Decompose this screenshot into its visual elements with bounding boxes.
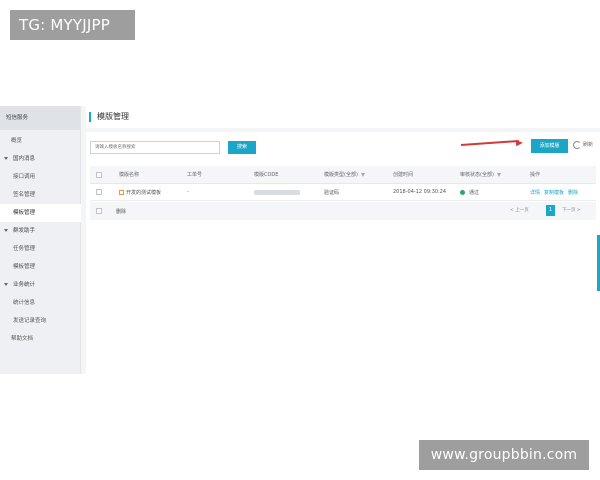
review-status: 通过 [460, 184, 479, 200]
chevron-down-icon [4, 229, 8, 232]
sidebar-item-templates[interactable]: 模板管理 [0, 204, 81, 222]
redacted-code [254, 189, 300, 195]
sidebar: 短信服务 概览 国内消息 接口调用 签名管理 模板管理 群发助手 任务管理 模板… [0, 106, 81, 374]
sidebar-group-stats[interactable]: 业务统计 [0, 276, 81, 294]
select-all-checkbox[interactable] [96, 171, 102, 178]
column-header-ops: 操作 [530, 172, 541, 178]
watermark-bottom: www.groupbbin.com [419, 440, 589, 470]
refresh-icon[interactable] [573, 141, 581, 149]
annotation-arrow [460, 139, 519, 146]
sidebar-item-send-records[interactable]: 发送记录查询 [0, 312, 81, 330]
filter-icon[interactable] [496, 172, 501, 177]
created-time: 2018-04-12 09:30:24 [393, 189, 447, 195]
template-panel: 搜索 添加模版 刷新 模版名称 工单号 模版CODE 模版类型(全部) 创建时间… [86, 132, 600, 374]
page-title: 模版管理 [97, 112, 129, 121]
sidebar-item-help[interactable]: 帮助文档 [0, 330, 81, 348]
refresh-button[interactable]: 刷新 [583, 141, 593, 150]
column-header-ticket: 工单号 [187, 172, 203, 178]
search-input[interactable] [90, 141, 220, 154]
sidebar-group-bulk[interactable]: 群发助手 [0, 222, 81, 240]
prev-page-button[interactable]: < 上一页 [510, 206, 529, 216]
filter-icon[interactable] [360, 172, 365, 177]
column-header-name: 模版名称 [119, 172, 140, 178]
ticket-number: - [187, 189, 189, 195]
sidebar-group-domestic[interactable]: 国内消息 [0, 150, 81, 168]
search-button[interactable]: 搜索 [228, 141, 256, 154]
sidebar-item-statistics[interactable]: 统计信息 [0, 294, 81, 312]
detail-link[interactable]: 详情 [530, 189, 540, 196]
annotation-arrow-head [515, 139, 524, 147]
chevron-down-icon [4, 283, 8, 286]
page-number-current[interactable]: 1 [546, 205, 555, 216]
sidebar-item-api[interactable]: 接口调用 [0, 168, 81, 186]
template-code [254, 184, 300, 200]
copy-template-link[interactable]: 复制模板 [544, 189, 564, 196]
table-footer: 删除 < 上一页 1 下一页 > [90, 202, 596, 220]
column-header-created: 创建时间 [393, 172, 414, 178]
watermark-top: TG: MYYJJPP [10, 10, 135, 40]
delete-link[interactable]: 删除 [568, 189, 578, 196]
console-app: 短信服务 概览 国内消息 接口调用 签名管理 模板管理 群发助手 任务管理 模板… [0, 106, 600, 374]
sidebar-item-signature[interactable]: 签名管理 [0, 186, 81, 204]
column-header-status[interactable]: 审核状态(全部) [460, 166, 501, 183]
template-type: 验证码 [324, 189, 340, 196]
header-accent-bar [89, 112, 91, 122]
sidebar-item-tasks[interactable]: 任务管理 [0, 240, 81, 258]
row-checkbox[interactable] [96, 189, 102, 195]
status-dot-icon [460, 189, 465, 195]
template-icon [119, 189, 124, 195]
chevron-down-icon [4, 157, 8, 160]
table-row: 开发的测试模板 - 验证码 2018-04-12 09:30:24 通过 详情 … [90, 184, 596, 201]
page-header: 模版管理 [86, 106, 600, 128]
footer-select-checkbox[interactable] [96, 208, 102, 214]
bulk-delete-button[interactable]: 删除 [116, 202, 126, 220]
next-page-button[interactable]: 下一页 > [562, 206, 581, 216]
row-actions: 详情 复制模板 删除 [530, 184, 582, 200]
add-template-button[interactable]: 添加模版 [531, 139, 568, 153]
sidebar-title: 短信服务 [0, 106, 80, 130]
column-header-type[interactable]: 模版类型(全部) [324, 166, 365, 183]
sidebar-item-overview[interactable]: 概览 [0, 132, 81, 150]
column-header-code: 模版CODE [254, 172, 279, 178]
sidebar-item-bulk-templates[interactable]: 模板管理 [0, 258, 81, 276]
table-header: 模版名称 工单号 模版CODE 模版类型(全部) 创建时间 审核状态(全部) 操… [90, 166, 596, 184]
template-name: 开发的测试模板 [119, 184, 161, 200]
